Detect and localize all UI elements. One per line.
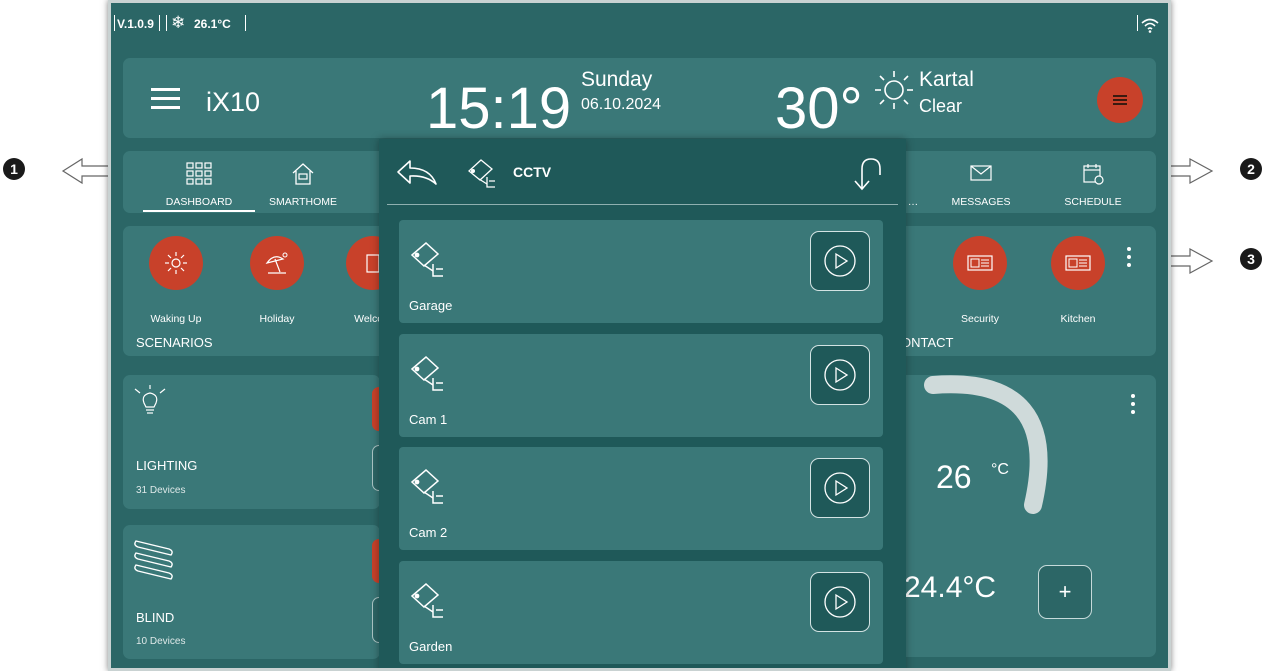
camera-tile-garden[interactable]: Garden — [399, 561, 883, 664]
set-temperature: 26 — [936, 459, 972, 495]
lighting-name: LIGHTING — [136, 458, 198, 473]
annotation-1: 1 — [3, 158, 25, 180]
play-icon — [824, 245, 856, 277]
cctv-camera-icon — [410, 468, 443, 504]
contact-security[interactable]: Security — [940, 236, 1020, 325]
tablet-screen: V.1.0.9 ❄ 26.1°C iX10 15:19 Sunday 06.10… — [108, 0, 1171, 671]
status-bar: V.1.0.9 ❄ 26.1°C — [111, 3, 1168, 43]
annotation-2: 2 — [1240, 158, 1262, 180]
camera-label: Garage — [409, 298, 453, 313]
scenarios-section-label: SCENARIOS — [136, 335, 213, 350]
lighting-count: 31 Devices — [136, 485, 186, 496]
nav-messages[interactable]: MESSAGES — [931, 151, 1031, 213]
clock-day: Sunday — [581, 68, 653, 91]
scenario-waking-up[interactable]: Waking Up — [136, 236, 216, 325]
nav-smarthome[interactable]: SMARTHOME — [258, 151, 348, 213]
header-bar: iX10 15:19 Sunday 06.10.2024 30° Kartal … — [123, 58, 1156, 141]
clock-date: 06.10.2024 — [581, 96, 662, 113]
blind-icon — [134, 540, 173, 580]
refresh-icon[interactable] — [847, 153, 887, 193]
sun-weather-icon — [875, 71, 913, 109]
more-options-icon[interactable] — [1126, 246, 1132, 268]
app-title: iX10 — [206, 87, 261, 117]
clock-time: 15:19 — [426, 76, 572, 141]
set-temperature-unit: °C — [991, 461, 1009, 478]
smarthome-icon — [292, 163, 314, 185]
play-icon — [824, 586, 856, 618]
climate-card: 26 °C 24.4°C + — [893, 375, 1156, 657]
more-options-icon[interactable] — [1130, 393, 1136, 415]
weather-condition: Clear — [919, 96, 963, 116]
play-button[interactable] — [810, 231, 870, 291]
lightbulb-icon — [134, 385, 166, 414]
intercom-icon — [1065, 255, 1091, 271]
active-tab-indicator — [143, 210, 255, 212]
divider — [245, 15, 246, 31]
temperature-gauge — [893, 375, 1048, 533]
wifi-icon — [1141, 18, 1159, 33]
nav-dashboard[interactable]: DASHBOARD — [143, 151, 255, 213]
annotation-3: 3 — [1240, 248, 1262, 270]
nav-schedule-label: SCHEDULE — [1064, 196, 1122, 208]
weather-city: Kartal — [919, 68, 974, 91]
dashboard-grid-icon — [186, 162, 212, 185]
camera-label: Garden — [409, 639, 453, 654]
blind-name: BLIND — [136, 610, 175, 625]
sun-icon — [165, 252, 187, 274]
hamburger-menu-icon[interactable] — [151, 88, 180, 115]
contact-label: Security — [961, 313, 999, 325]
divider — [166, 15, 167, 31]
cctv-camera-icon — [410, 241, 443, 277]
back-arrow-icon[interactable] — [396, 157, 440, 187]
plus-label: + — [1058, 579, 1072, 604]
blind-count: 10 Devices — [136, 636, 186, 647]
scenario-holiday[interactable]: Holiday — [237, 236, 317, 325]
calendar-clock-icon — [1083, 164, 1104, 185]
contact-kitchen[interactable]: Kitchen — [1038, 236, 1118, 325]
cctv-camera-icon — [410, 582, 443, 618]
camera-label: Cam 1 — [409, 412, 448, 427]
nav-hidden-label: … — [907, 196, 919, 208]
divider — [114, 15, 115, 31]
nav-messages-label: MESSAGES — [951, 196, 1011, 208]
divider — [387, 204, 898, 205]
cctv-title: CCTV — [513, 164, 552, 180]
nav-hidden-item[interactable]: … — [903, 151, 923, 213]
cctv-panel: CCTV Garage Cam 1 Cam 2 Garden — [379, 139, 906, 668]
outdoor-temperature: 30° — [775, 76, 863, 141]
divider — [159, 15, 160, 31]
increase-temperature-button[interactable]: + — [1038, 565, 1092, 619]
play-button[interactable] — [810, 345, 870, 405]
contact-label: Kitchen — [1060, 313, 1096, 325]
intercom-icon — [967, 255, 993, 271]
status-temperature: 26.1°C — [194, 17, 231, 31]
current-temperature: 24.4°C — [904, 571, 997, 604]
play-button[interactable] — [810, 572, 870, 632]
nav-schedule[interactable]: SCHEDULE — [1043, 151, 1143, 213]
play-button[interactable] — [810, 458, 870, 518]
beach-umbrella-icon — [265, 252, 288, 274]
contact-section-label: ONTACT — [901, 335, 954, 350]
nav-dashboard-label: DASHBOARD — [165, 196, 233, 208]
envelope-icon — [970, 165, 992, 181]
cctv-header: CCTV — [379, 139, 906, 205]
camera-tile-cam-2[interactable]: Cam 2 — [399, 447, 883, 550]
play-icon — [824, 472, 856, 504]
scenario-label: Waking Up — [150, 313, 202, 325]
play-icon — [824, 359, 856, 391]
camera-label: Cam 2 — [409, 525, 448, 540]
camera-tile-cam-1[interactable]: Cam 1 — [399, 334, 883, 437]
blind-card[interactable]: BLIND 10 Devices — [123, 525, 393, 659]
list-icon — [1113, 95, 1127, 105]
scenario-label: Holiday — [259, 313, 295, 325]
version-label: V.1.0.9 — [117, 17, 154, 31]
lighting-card[interactable]: LIGHTING 31 Devices — [123, 375, 393, 509]
nav-smarthome-label: SMARTHOME — [268, 196, 338, 208]
snowflake-icon: ❄ — [171, 13, 186, 32]
options-menu-button[interactable] — [1097, 77, 1143, 123]
cctv-camera-icon — [468, 159, 495, 188]
cctv-camera-icon — [410, 355, 443, 391]
divider — [1137, 15, 1138, 31]
camera-tile-garage[interactable]: Garage — [399, 220, 883, 323]
